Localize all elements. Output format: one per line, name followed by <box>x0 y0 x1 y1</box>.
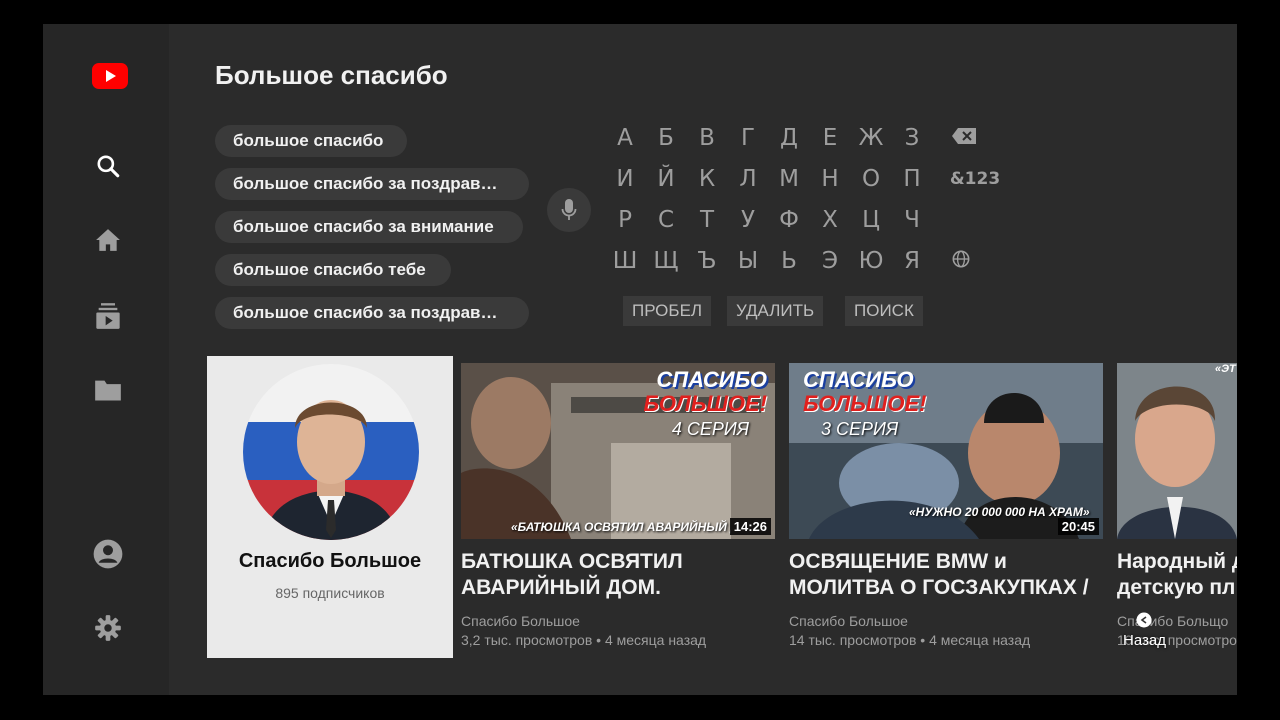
video-title: ОСВЯЩЕНИЕ BMW и МОЛИТВА О ГОСЗАКУПКАХ / <box>789 550 1089 599</box>
video-meta: 14 тыс. просмотров • 4 месяца назад <box>789 632 1031 648</box>
key-letter[interactable]: Е <box>813 121 847 155</box>
video-duration: 14:26 <box>729 518 771 535</box>
key-letter[interactable]: Э <box>813 244 847 278</box>
video-thumbnail: «ЭТ <box>1117 363 1237 539</box>
thumbnail-overlay-title: БОЛЬШОЕ! <box>643 391 767 416</box>
suggestion-item[interactable]: большое спасибо тебе <box>215 254 451 286</box>
tv-screen: Большое спасибо большое спасибо большое … <box>43 24 1237 695</box>
suggestion-item[interactable]: большое спасибо за поздрав… <box>215 297 529 329</box>
thumbnail-caption: «БАТЮШКА ОСВЯТИЛ АВАРИЙНЫЙ Д <box>511 520 731 534</box>
thumbnail-caption: «НУЖНО 20 000 000 НА ХРАМ» <box>909 505 1090 519</box>
key-letter[interactable]: Щ <box>649 244 683 278</box>
key-letter[interactable]: Р <box>608 203 642 237</box>
search-key[interactable]: ПОИСК <box>845 296 923 326</box>
key-letter[interactable]: У <box>731 203 765 237</box>
channel-subscriber-count: 895 подписчиков <box>275 585 385 601</box>
symbols-key[interactable]: &123 <box>947 162 1003 196</box>
key-letter[interactable]: Л <box>731 162 765 196</box>
library-folder-icon[interactable] <box>92 374 124 406</box>
key-letter[interactable]: Й <box>649 162 683 196</box>
sidebar <box>43 24 169 695</box>
key-letter[interactable]: О <box>854 162 888 196</box>
video-duration: 20:45 <box>1057 518 1099 535</box>
thumbnail-overlay-title: СПАСИБО <box>656 367 767 392</box>
key-letter[interactable]: Я <box>895 244 929 278</box>
globe-icon <box>952 250 970 268</box>
settings-gear-icon[interactable] <box>92 612 124 644</box>
video-card[interactable]: СПАСИБО БОЛЬШОЕ! 4 СЕРИЯ «БАТЮШКА ОСВЯТИ… <box>461 363 775 648</box>
key-letter[interactable]: Ь <box>772 244 806 278</box>
suggestion-item[interactable]: большое спасибо за поздрав… <box>215 168 529 200</box>
key-letter[interactable]: Ф <box>772 203 806 237</box>
backspace-key[interactable] <box>947 121 981 155</box>
key-letter[interactable]: Т <box>690 203 724 237</box>
back-hint[interactable]: Назад <box>1123 612 1166 649</box>
key-letter[interactable]: Ю <box>854 244 888 278</box>
key-letter[interactable]: П <box>895 162 929 196</box>
key-letter[interactable]: Н <box>813 162 847 196</box>
space-key[interactable]: ПРОБЕЛ <box>623 296 712 326</box>
key-letter[interactable]: И <box>608 162 642 196</box>
search-icon[interactable] <box>92 150 124 182</box>
subscriptions-icon[interactable] <box>92 300 124 332</box>
suggestion-item[interactable]: большое спасибо за внимание <box>215 211 523 243</box>
search-query-title: Большое спасибо <box>215 60 448 90</box>
channel-name: Спасибо Большое <box>238 550 422 572</box>
key-letter[interactable]: Б <box>649 121 683 155</box>
back-button-icon <box>1136 612 1152 628</box>
video-meta: 3,2 тыс. просмотров • 4 месяца назад <box>461 632 707 648</box>
youtube-logo-icon[interactable] <box>92 62 128 90</box>
thumbnail-overlay-title: СПАСИБО <box>803 367 914 392</box>
key-letter[interactable]: Ы <box>731 244 765 278</box>
account-icon[interactable] <box>92 538 124 570</box>
back-label: Назад <box>1123 632 1166 649</box>
key-letter[interactable]: К <box>690 162 724 196</box>
video-thumbnail: СПАСИБО БОЛЬШОЕ! 3 СЕРИЯ «НУЖНО 20 000 0… <box>789 363 1103 539</box>
key-letter[interactable]: Ш <box>608 244 642 278</box>
channel-card[interactable]: Спасибо Большое 895 подписчиков <box>207 356 453 658</box>
voice-search-mic-button[interactable] <box>547 188 591 232</box>
key-letter[interactable]: З <box>895 121 929 155</box>
key-letter[interactable]: М <box>772 162 806 196</box>
key-letter[interactable]: Х <box>813 203 847 237</box>
key-letter[interactable]: А <box>608 121 642 155</box>
video-title: Народный д детскую пл <box>1117 550 1237 599</box>
microphone-icon <box>561 199 577 220</box>
thumbnail-overlay-series: 4 СЕРИЯ <box>671 419 749 439</box>
video-channel-name: Спасибо Большое <box>461 613 580 629</box>
delete-key[interactable]: УДАЛИТЬ <box>727 296 824 326</box>
key-letter[interactable]: Ж <box>854 121 888 155</box>
video-thumbnail: СПАСИБО БОЛЬШОЕ! 4 СЕРИЯ «БАТЮШКА ОСВЯТИ… <box>461 363 775 539</box>
key-letter[interactable]: Д <box>772 121 806 155</box>
language-globe-key[interactable] <box>944 244 978 278</box>
key-letter[interactable]: Ц <box>854 203 888 237</box>
video-title: БАТЮШКА ОСВЯТИЛ АВАРИЙНЫЙ ДОМ. <box>461 550 683 599</box>
suggestion-item[interactable]: большое спасибо <box>215 125 407 157</box>
key-letter[interactable]: С <box>649 203 683 237</box>
key-letter[interactable]: Ч <box>895 203 929 237</box>
thumbnail-overlay-series: 3 СЕРИЯ <box>821 419 899 439</box>
video-card[interactable]: «ЭТ Народный д детскую пл Спасибо Больщо… <box>1117 363 1237 648</box>
video-channel-name: Спасибо Большое <box>789 613 908 629</box>
key-letter[interactable]: Ъ <box>690 244 724 278</box>
channel-avatar <box>243 364 419 540</box>
video-card[interactable]: СПАСИБО БОЛЬШОЕ! 3 СЕРИЯ «НУЖНО 20 000 0… <box>789 363 1103 648</box>
key-letter[interactable]: Г <box>731 121 765 155</box>
home-icon[interactable] <box>92 224 124 256</box>
thumbnail-overlay-title: БОЛЬШОЕ! <box>803 391 927 416</box>
key-letter[interactable]: В <box>690 121 724 155</box>
thumbnail-overlay-title: «ЭТ <box>1215 363 1236 375</box>
backspace-icon <box>952 128 976 144</box>
